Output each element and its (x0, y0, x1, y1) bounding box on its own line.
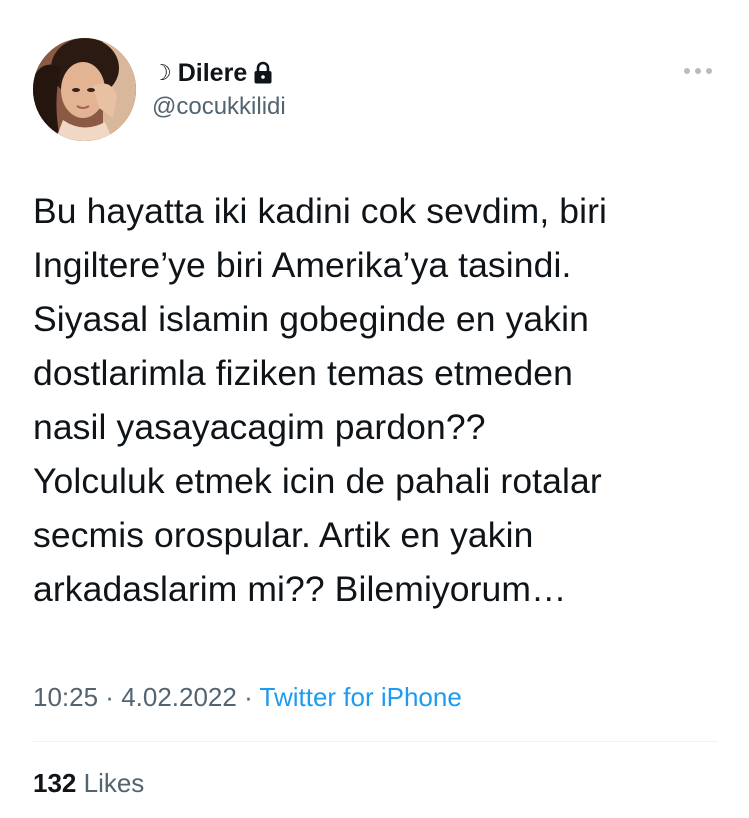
avatar[interactable] (33, 38, 136, 141)
tweet-source-link[interactable]: Twitter for iPhone (260, 682, 462, 712)
meta-separator: · (236, 682, 260, 712)
divider (33, 741, 718, 742)
dot (684, 68, 690, 74)
dot (695, 68, 701, 74)
display-name-row[interactable]: ☽ Dilere (152, 58, 273, 88)
more-options-icon[interactable] (684, 64, 716, 78)
likes-stat[interactable]: 132 Likes (33, 766, 144, 800)
profile-photo (33, 38, 136, 141)
likes-count: 132 (33, 768, 77, 798)
tweet-text: Bu hayatta iki kadini cok sevdim, biri I… (33, 191, 608, 609)
display-name[interactable]: Dilere (178, 58, 247, 88)
tweet-meta: 10:25 · 4.02.2022 · Twitter for iPhone (33, 680, 462, 714)
tweet-date[interactable]: 4.02.2022 (121, 682, 237, 712)
lock-icon (253, 61, 273, 85)
tweet-time[interactable]: 10:25 (33, 682, 98, 712)
tweet-card: ☽ Dilere @cocukkilidi Bu hayatta iki kad… (0, 0, 749, 818)
likes-label: Likes (76, 768, 145, 798)
dot (706, 68, 712, 74)
moon-symbol: ☽ (152, 60, 172, 85)
user-handle[interactable]: @cocukkilidi (152, 92, 286, 122)
meta-separator: · (98, 682, 122, 712)
